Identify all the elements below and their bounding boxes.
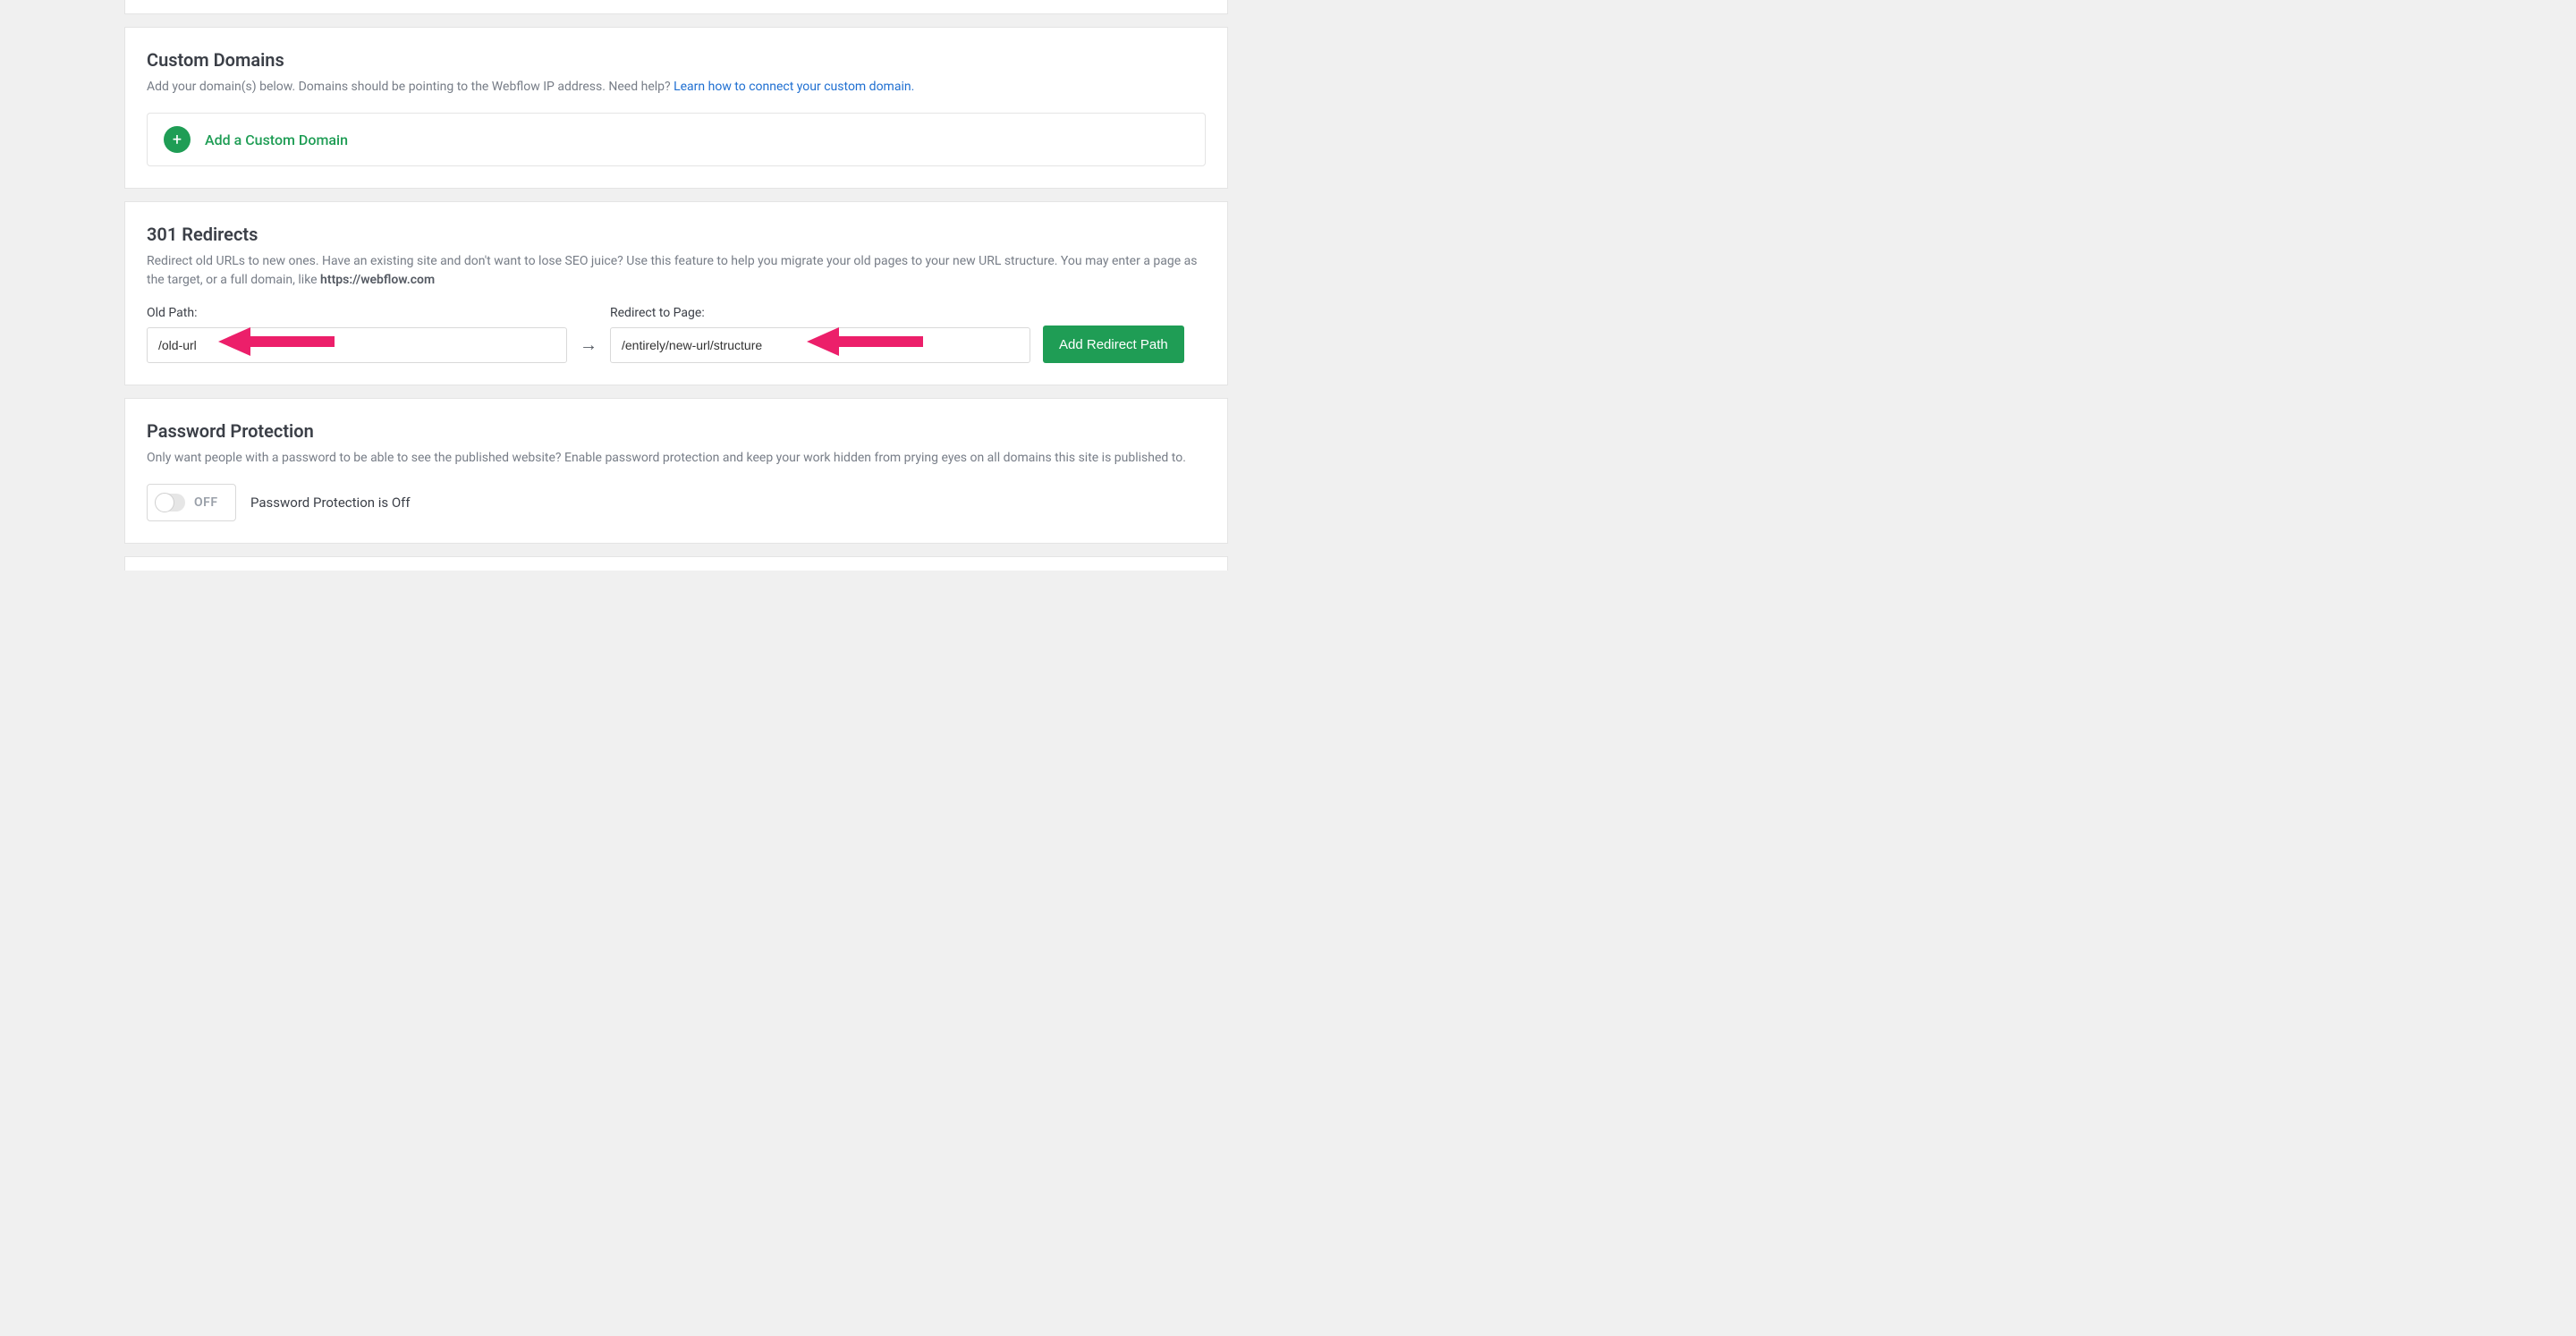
next-section-card	[124, 556, 1228, 571]
password-protection-title: Password Protection	[147, 420, 1206, 442]
redirects-desc-example: https://webflow.com	[320, 273, 435, 287]
redirect-to-page-input[interactable]	[610, 327, 1030, 363]
previous-section-card	[124, 0, 1228, 14]
custom-domains-desc-text: Add your domain(s) below. Domains should…	[147, 80, 674, 94]
toggle-state-text: OFF	[194, 495, 218, 510]
redirects-section: 301 Redirects Redirect old URLs to new o…	[124, 201, 1228, 385]
redirects-description: Redirect old URLs to new ones. Have an e…	[147, 252, 1206, 290]
arrow-right-icon: →	[580, 334, 597, 363]
redirects-desc-text: Redirect old URLs to new ones. Have an e…	[147, 254, 1198, 287]
password-toggle-row: OFF Password Protection is Off	[147, 484, 1206, 521]
password-protection-status: Password Protection is Off	[250, 495, 411, 511]
redirect-to-page-label: Redirect to Page:	[610, 306, 1030, 320]
redirects-title: 301 Redirects	[147, 224, 1206, 245]
password-protection-description: Only want people with a password to be a…	[147, 449, 1206, 468]
custom-domains-title: Custom Domains	[147, 49, 1206, 71]
toggle-knob	[155, 493, 174, 512]
toggle-track	[157, 494, 185, 512]
old-path-input[interactable]	[147, 327, 567, 363]
add-custom-domain-label: Add a Custom Domain	[205, 131, 348, 148]
plus-icon: +	[164, 126, 191, 153]
custom-domains-description: Add your domain(s) below. Domains should…	[147, 78, 1206, 97]
redirect-form-row: Old Path: → Redirect to Page: Add Redire…	[147, 306, 1206, 363]
password-protection-toggle[interactable]: OFF	[147, 484, 236, 521]
add-custom-domain-button[interactable]: + Add a Custom Domain	[147, 113, 1206, 166]
custom-domains-help-link[interactable]: Learn how to connect your custom domain.	[674, 80, 914, 94]
add-redirect-path-button[interactable]: Add Redirect Path	[1043, 326, 1184, 363]
password-protection-section: Password Protection Only want people wit…	[124, 398, 1228, 544]
old-path-label: Old Path:	[147, 306, 567, 320]
custom-domains-section: Custom Domains Add your domain(s) below.…	[124, 27, 1228, 189]
